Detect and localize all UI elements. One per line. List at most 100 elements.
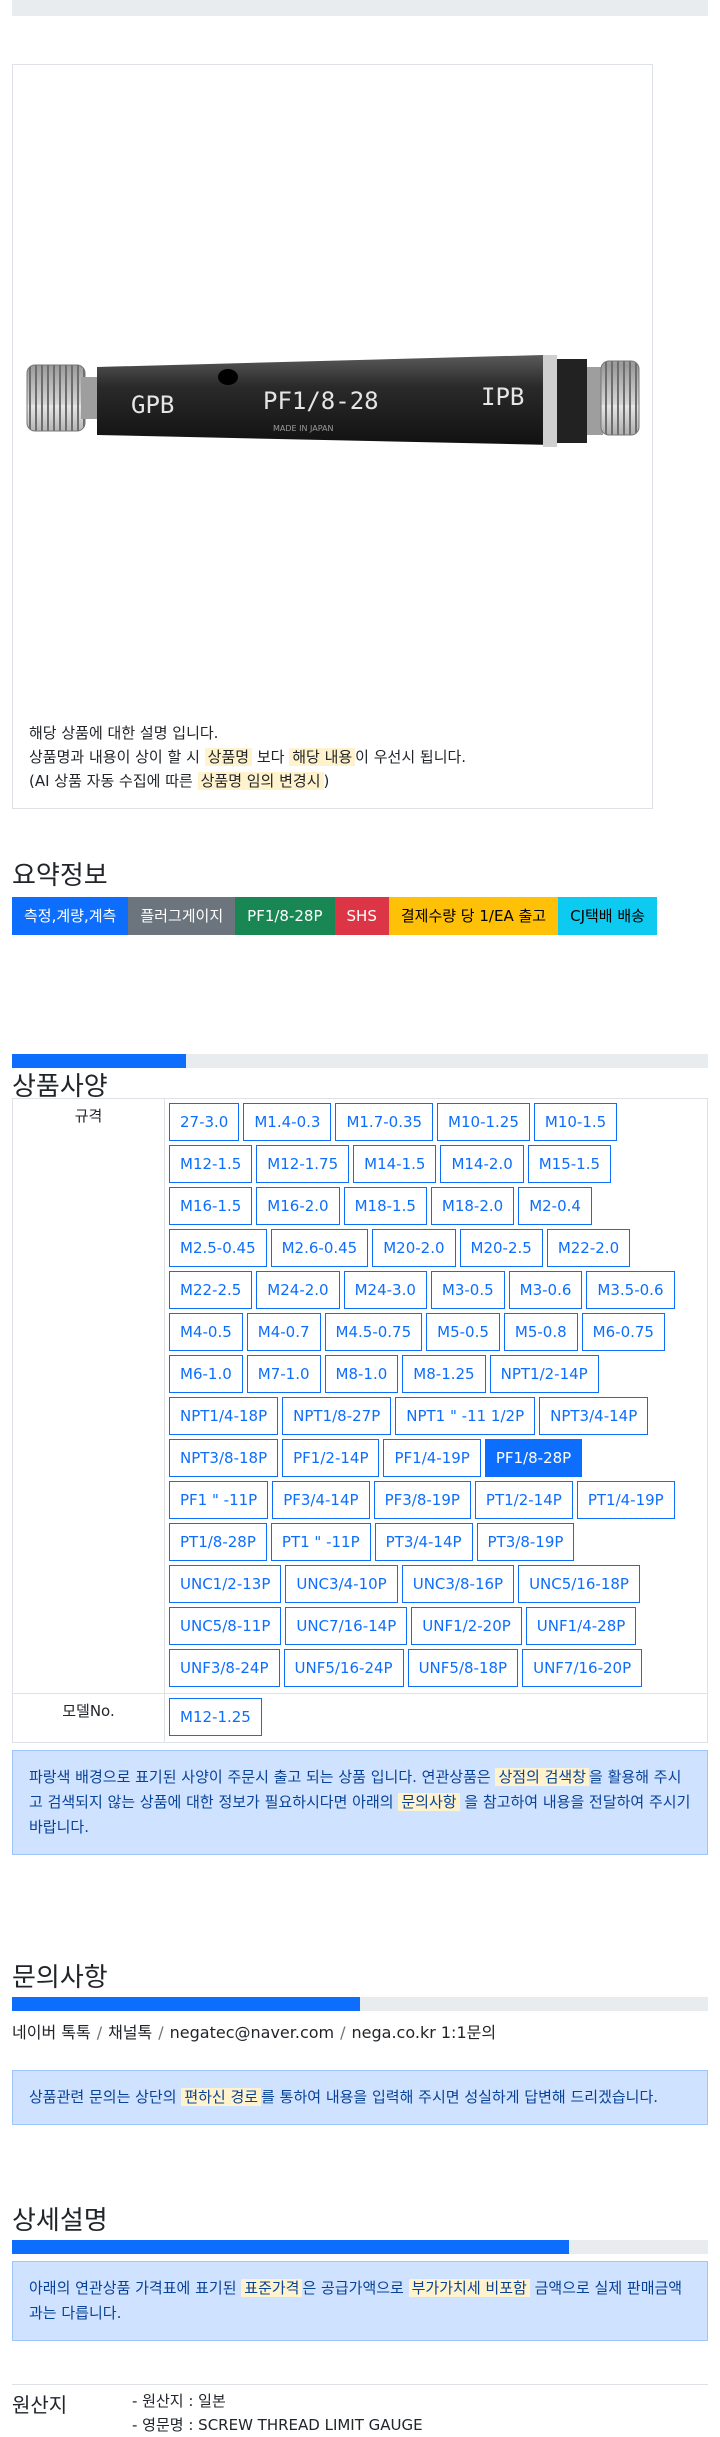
spec-option[interactable]: M12-1.5 bbox=[169, 1145, 253, 1183]
spec-option[interactable]: UNC7/16-14P bbox=[285, 1607, 408, 1645]
spec-option[interactable]: M1.7-0.35 bbox=[335, 1103, 434, 1141]
contact-channel[interactable]: negatec@naver.com bbox=[170, 2023, 334, 2042]
spec-option[interactable]: M8-1.0 bbox=[324, 1355, 399, 1393]
spec-option-row: M16-1.5 M16-2.0 M18-1.5 M18-2.0 M2-0.4 bbox=[167, 1185, 707, 1227]
spec-option[interactable]: UNC5/16-18P bbox=[518, 1565, 640, 1603]
origin-section: 원산지 - 원산지 : 일본 - 영문명 : SCREW THREAD LIMI… bbox=[12, 2384, 708, 2434]
spec-option[interactable]: NPT1/8-27P bbox=[282, 1397, 392, 1435]
spec-option[interactable]: M3-0.5 bbox=[430, 1271, 505, 1309]
spec-option[interactable]: NPT1 " -11 1/2P bbox=[395, 1397, 536, 1435]
desc-text: (AI 상품 자동 수집에 따른 bbox=[29, 772, 198, 790]
spec-option[interactable]: M2.6-0.45 bbox=[270, 1229, 369, 1267]
spec-option[interactable]: PF3/4-14P bbox=[272, 1481, 370, 1519]
spec-option[interactable]: M8-1.25 bbox=[402, 1355, 486, 1393]
model-option[interactable]: M12-1.25 bbox=[169, 1698, 262, 1736]
highlight: 해당 내용 bbox=[289, 748, 356, 766]
spec-option[interactable]: PF1 " -11P bbox=[169, 1481, 269, 1519]
spec-option[interactable]: UNC5/8-11P bbox=[169, 1607, 282, 1645]
spec-option[interactable]: M16-2.0 bbox=[256, 1187, 340, 1225]
spec-option[interactable]: M24-2.0 bbox=[256, 1271, 340, 1309]
spec-option[interactable]: M20-2.0 bbox=[372, 1229, 456, 1267]
spec-option[interactable]: PT3/8-19P bbox=[476, 1523, 575, 1561]
spec-option-row: M6-1.0 M7-1.0 M8-1.0 M8-1.25 NPT1/2-14P bbox=[167, 1353, 707, 1395]
inquiry-title: 문의사항 bbox=[12, 1963, 108, 1993]
desc-text: 이 우선시 됩니다. bbox=[355, 748, 467, 766]
desc-text: 보다 bbox=[252, 748, 290, 766]
origin-country: - 원산지 : 일본 bbox=[132, 2392, 226, 2410]
contact-channel[interactable]: 채널톡 bbox=[108, 2023, 152, 2042]
spec-option[interactable]: M3-0.6 bbox=[508, 1271, 583, 1309]
spec-option[interactable]: M3.5-0.6 bbox=[586, 1271, 675, 1309]
left-thread bbox=[26, 364, 86, 432]
spec-option[interactable]: M6-1.0 bbox=[169, 1355, 243, 1393]
spec-option[interactable]: PF1/4-19P bbox=[383, 1439, 481, 1477]
highlight: 상품명 임의 변경시 bbox=[197, 772, 324, 790]
spec-option[interactable]: M4-0.7 bbox=[246, 1313, 321, 1351]
spec-option[interactable]: M2.5-0.45 bbox=[169, 1229, 267, 1267]
detail-title: 상세설명 bbox=[12, 2206, 108, 2236]
contact-channel[interactable]: 네이버 톡톡 bbox=[12, 2023, 91, 2042]
spec-option[interactable]: M22-2.0 bbox=[546, 1229, 631, 1267]
desc-text: ) bbox=[323, 772, 330, 790]
spec-option[interactable]: UNC1/2-13P bbox=[169, 1565, 282, 1603]
spec-option[interactable]: M6-0.75 bbox=[581, 1313, 665, 1351]
spec-option[interactable]: UNF1/4-28P bbox=[525, 1607, 637, 1645]
spec-option[interactable]: PT1/8-28P bbox=[169, 1523, 267, 1561]
spec-option[interactable]: M18-2.0 bbox=[430, 1187, 515, 1225]
spec-option-selected[interactable]: PF1/8-28P bbox=[484, 1439, 583, 1477]
summary-badge: 플러그게이지 bbox=[128, 897, 236, 935]
spec-option[interactable]: 27-3.0 bbox=[169, 1103, 240, 1141]
highlight: 표준가격 bbox=[241, 2279, 303, 2297]
spec-option[interactable]: UNC3/4-10P bbox=[285, 1565, 398, 1603]
spec-option[interactable]: M10-1.5 bbox=[533, 1103, 618, 1141]
spec-option-row: PF1 " -11P PF3/4-14P PF3/8-19P PT1/2-14P PT1… bbox=[167, 1479, 707, 1521]
spec-option[interactable]: M5-0.8 bbox=[503, 1313, 578, 1351]
spec-option[interactable]: NPT3/8-18P bbox=[169, 1439, 279, 1477]
spec-option[interactable]: M22-2.5 bbox=[169, 1271, 253, 1309]
highlight: 편하신 경로 bbox=[181, 2088, 262, 2106]
spec-option[interactable]: M12-1.75 bbox=[256, 1145, 350, 1183]
spec-option[interactable]: UNF3/8-24P bbox=[169, 1649, 280, 1687]
top-progress-bar bbox=[12, 0, 708, 16]
highlight: 상품명 bbox=[204, 748, 253, 766]
spec-option[interactable]: PF3/8-19P bbox=[373, 1481, 471, 1519]
spec-option[interactable]: M15-1.5 bbox=[527, 1145, 612, 1183]
spec-option[interactable]: UNF7/16-20P bbox=[522, 1649, 643, 1687]
spec-option[interactable]: M20-2.5 bbox=[459, 1229, 543, 1267]
spec-option[interactable]: PT3/4-14P bbox=[374, 1523, 473, 1561]
spec-option[interactable]: UNF5/8-18P bbox=[407, 1649, 519, 1687]
highlight: 부가가치세 비포함 bbox=[408, 2279, 530, 2297]
spec-option[interactable]: PT1 " -11P bbox=[270, 1523, 371, 1561]
detail-notice: 아래의 연관상품 가격표에 표기된 표준가격 은 공급가액으로 부가가치세 비포함… bbox=[12, 2261, 708, 2341]
spec-option[interactable]: UNC3/8-16P bbox=[401, 1565, 515, 1603]
spec-option-row: UNC5/8-11P UNC7/16-14P UNF1/2-20P UNF1/4-28… bbox=[167, 1605, 707, 1647]
spec-option[interactable]: PT1/2-14P bbox=[474, 1481, 573, 1519]
spec-option[interactable]: M1.4-0.3 bbox=[243, 1103, 332, 1141]
spec-label: 규격 bbox=[12, 1098, 165, 1694]
spec-option[interactable]: M4.5-0.75 bbox=[324, 1313, 423, 1351]
summary-badge: PF1/8-28P bbox=[235, 897, 335, 935]
spec-option[interactable]: M18-1.5 bbox=[343, 1187, 427, 1225]
product-description: 해당 상품에 대한 설명 입니다. 상품명과 내용이 상이 할 시 상품명 보다… bbox=[29, 721, 466, 793]
spec-option[interactable]: M10-1.25 bbox=[437, 1103, 530, 1141]
spec-option[interactable]: UNF1/2-20P bbox=[411, 1607, 522, 1645]
spec-option[interactable]: M24-3.0 bbox=[343, 1271, 427, 1309]
spec-option[interactable]: M16-1.5 bbox=[169, 1187, 253, 1225]
spec-option[interactable]: M14-2.0 bbox=[440, 1145, 524, 1183]
spec-option[interactable]: PT1/4-19P bbox=[576, 1481, 675, 1519]
contact-list: 네이버 톡톡 / 채널톡 / negatec@naver.com / nega.co.kr … bbox=[12, 2019, 496, 2043]
spec-option[interactable]: NPT3/4-14P bbox=[539, 1397, 649, 1435]
summary-badge: CJ택배 배송 bbox=[558, 897, 657, 935]
spec-option[interactable]: M5-0.5 bbox=[426, 1313, 500, 1351]
contact-channel[interactable]: nega.co.kr 1:1문의 bbox=[352, 2023, 497, 2042]
spec-option[interactable]: NPT1/2-14P bbox=[489, 1355, 599, 1393]
spec-option[interactable]: NPT1/4-18P bbox=[169, 1397, 279, 1435]
spec-option[interactable]: M2-0.4 bbox=[518, 1187, 592, 1225]
spec-option[interactable]: M4-0.5 bbox=[169, 1313, 243, 1351]
spec-option[interactable]: PF1/2-14P bbox=[282, 1439, 380, 1477]
spec-option[interactable]: M7-1.0 bbox=[246, 1355, 321, 1393]
model-label: 모델No. bbox=[12, 1693, 165, 1743]
spec-option[interactable]: M14-1.5 bbox=[353, 1145, 437, 1183]
contact-separator: / bbox=[158, 2023, 164, 2042]
spec-option[interactable]: UNF5/16-24P bbox=[283, 1649, 404, 1687]
